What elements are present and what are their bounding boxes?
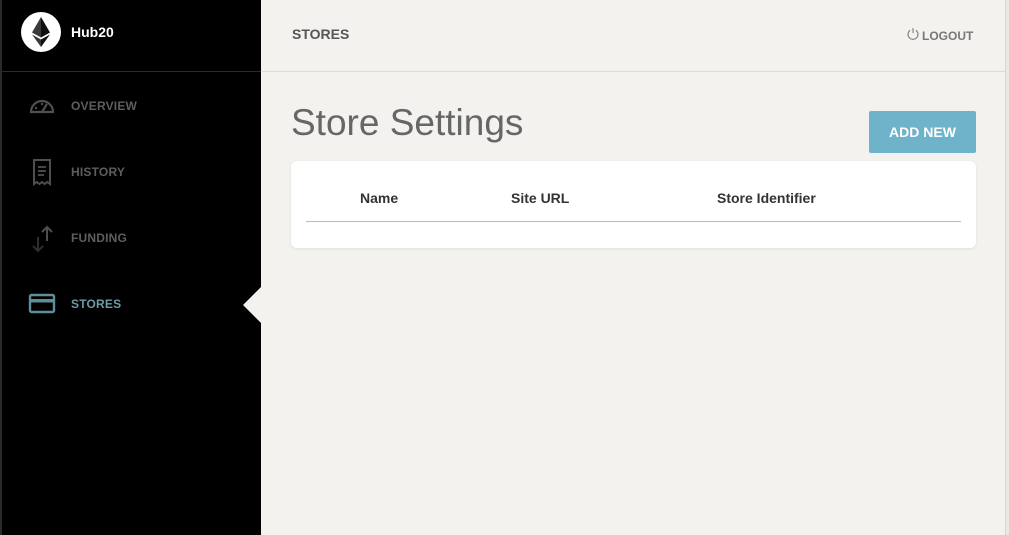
sidebar: Hub20 OVERVIEW HISTORY FUNDING STORES — [0, 0, 261, 535]
brand-header[interactable]: Hub20 — [2, 0, 261, 72]
page-title: Store Settings — [291, 102, 524, 143]
ethereum-logo-icon — [21, 12, 61, 52]
logout-button[interactable]: LOGOUT — [906, 27, 974, 45]
brand-name: Hub20 — [71, 24, 114, 40]
credit-card-icon — [28, 291, 56, 319]
column-header-store-identifier: Store Identifier — [717, 190, 816, 206]
transfer-arrows-icon — [28, 225, 56, 253]
active-nav-pointer — [243, 287, 261, 323]
sidebar-item-label: FUNDING — [71, 231, 128, 245]
column-header-name: Name — [360, 190, 399, 206]
top-bar: STORES LOGOUT — [261, 0, 1006, 72]
column-header-site-url: Site URL — [511, 190, 570, 206]
sidebar-item-label: STORES — [71, 297, 122, 311]
sidebar-item-label: OVERVIEW — [71, 99, 138, 113]
receipt-icon — [28, 159, 56, 187]
speedometer-icon — [28, 93, 56, 121]
page-section-title: STORES — [292, 26, 350, 42]
sidebar-item-stores[interactable]: STORES — [2, 284, 261, 324]
logout-label: LOGOUT — [922, 29, 974, 43]
table-header-divider — [306, 221, 961, 222]
power-icon — [906, 27, 920, 41]
add-new-button[interactable]: ADD NEW — [869, 111, 976, 153]
sidebar-item-label: HISTORY — [71, 165, 126, 179]
stores-table-card: Name Site URL Store Identifier — [291, 161, 976, 248]
sidebar-item-funding[interactable]: FUNDING — [2, 218, 261, 258]
window-edge — [1005, 0, 1009, 535]
sidebar-item-overview[interactable]: OVERVIEW — [2, 86, 261, 126]
sidebar-item-history[interactable]: HISTORY — [2, 152, 261, 192]
